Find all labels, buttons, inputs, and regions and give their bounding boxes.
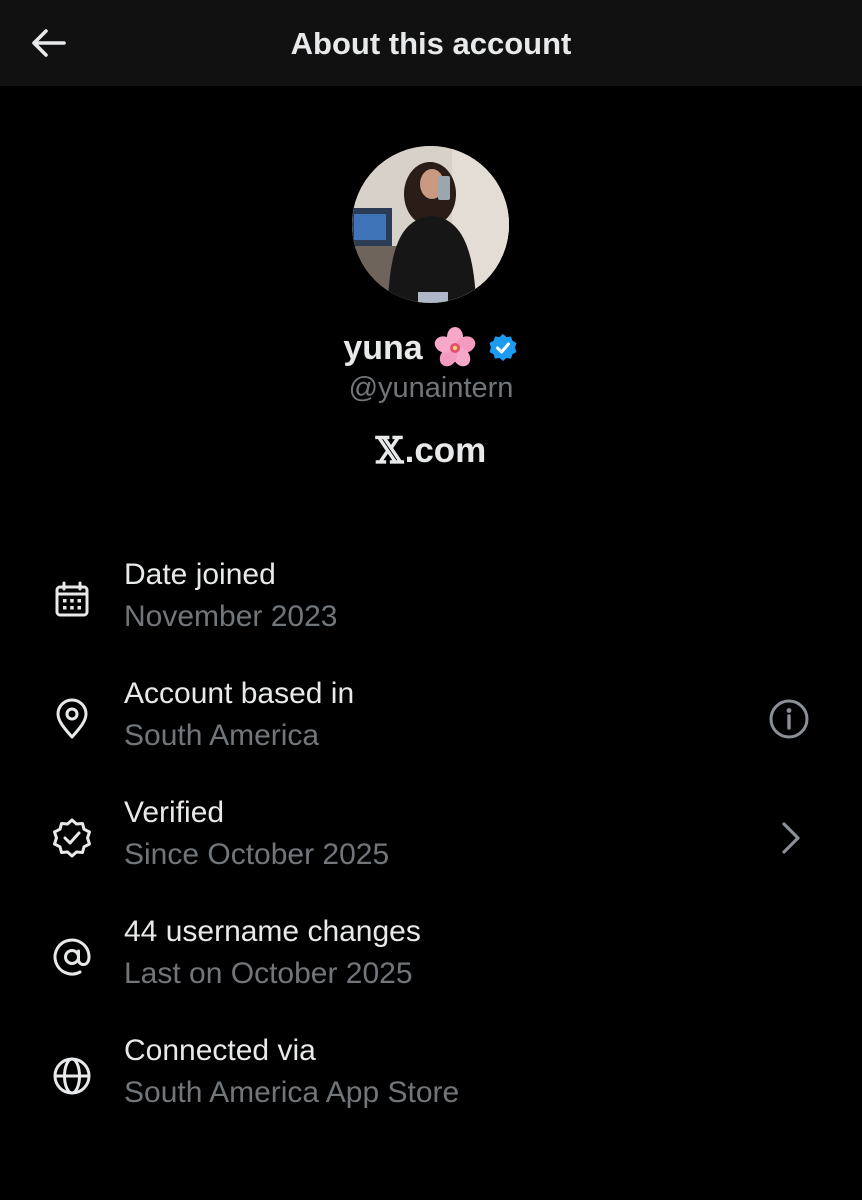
chevron-right-icon — [782, 822, 800, 854]
detail-row-verified[interactable]: Verified Since October 2025 — [0, 796, 862, 892]
detail-row-account-location: Account based in South America — [0, 677, 862, 773]
detail-title: Account based in — [124, 677, 355, 710]
display-name: yuna — [343, 328, 423, 367]
detail-title: Verified — [124, 796, 225, 829]
arrow-left-icon — [32, 29, 66, 57]
platform-domain: .com — [404, 431, 487, 470]
detail-value: Last on October 2025 — [124, 957, 413, 990]
detail-title: Date joined — [124, 558, 276, 591]
at-sign-icon — [48, 933, 96, 981]
detail-title: Connected via — [124, 1034, 316, 1067]
top-bar: About this account — [0, 0, 862, 86]
back-button[interactable] — [22, 22, 74, 64]
profile-photo — [352, 146, 509, 303]
verified-badge-icon — [48, 814, 96, 862]
detail-title: 44 username changes — [124, 915, 421, 948]
avatar[interactable] — [352, 146, 509, 303]
info-button[interactable] — [765, 695, 813, 743]
profile-name-row: yuna — [0, 322, 862, 374]
detail-value: South America — [124, 719, 320, 752]
verified-details-button[interactable] — [766, 814, 814, 862]
detail-row-username-changes: 44 username changes Last on October 2025 — [0, 915, 862, 1011]
verified-badge-icon[interactable] — [487, 332, 519, 364]
info-icon — [769, 699, 809, 739]
detail-value: South America App Store — [124, 1076, 460, 1109]
globe-icon — [48, 1052, 96, 1100]
platform-label: 𝕏 .com — [0, 430, 862, 472]
detail-value: Since October 2025 — [124, 838, 390, 871]
username-handle: @yunaintern — [348, 372, 514, 404]
detail-value: November 2023 — [124, 600, 338, 633]
detail-row-date-joined: Date joined November 2023 — [0, 558, 862, 654]
page-title: About this account — [290, 26, 572, 61]
x-logo: 𝕏 — [375, 430, 404, 472]
location-pin-icon — [48, 695, 96, 743]
cherry-blossom-icon — [434, 327, 475, 367]
calendar-icon — [48, 576, 96, 624]
detail-row-connected-via: Connected via South America App Store — [0, 1034, 862, 1130]
